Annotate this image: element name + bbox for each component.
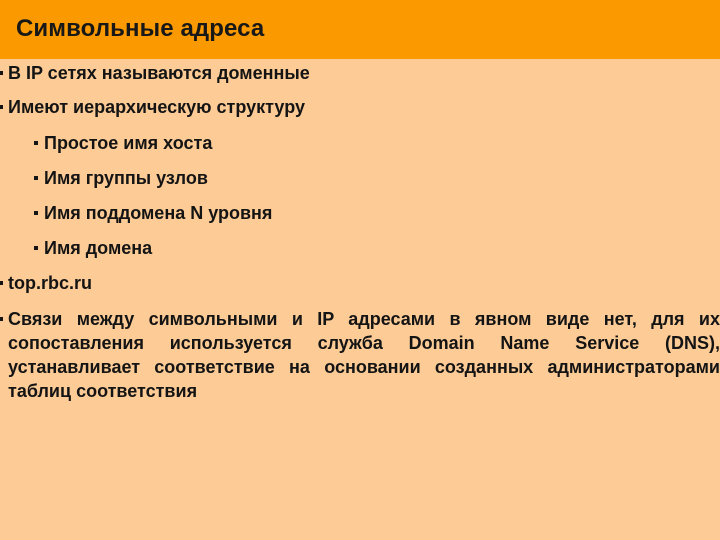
- list-item: Простое имя хоста: [28, 131, 212, 155]
- list-item-label: Простое имя хоста: [44, 133, 213, 153]
- slide: Символьные адреса В IP сетях называются …: [0, 0, 720, 540]
- bullet-square-icon: [28, 201, 44, 225]
- bullet-square-icon: [28, 236, 44, 260]
- list-item: Имя поддомена N уровня: [28, 201, 272, 225]
- paragraph-text: Связи между символьными и IP адресами в …: [8, 309, 720, 401]
- list-item: Имя домена: [28, 236, 152, 260]
- list-item-label: Имя поддомена N уровня: [44, 203, 273, 223]
- list-item: Имеют иерархическую структуру: [0, 95, 720, 119]
- list-item: Имя группы узлов: [28, 166, 208, 190]
- slide-body: В IP сетях называются доменные Имеют иер…: [0, 59, 720, 540]
- bullet-square-icon: [28, 166, 44, 190]
- list-item-label: top.rbc.ru: [8, 273, 92, 293]
- list-item-label: Имеют иерархическую структуру: [8, 97, 305, 117]
- page-title: Символьные адреса: [16, 15, 265, 42]
- bullet-square-icon: [0, 307, 8, 331]
- list-item-label: В IP сетях называются доменные: [8, 63, 310, 83]
- bullet-square-icon: [28, 131, 44, 155]
- list-item: В IP сетях называются доменные: [0, 61, 720, 85]
- bullet-square-icon: [0, 95, 8, 119]
- list-item: top.rbc.ru: [0, 271, 720, 295]
- list-item-label: Имя группы узлов: [44, 168, 208, 188]
- list-item: Связи между символьными и IP адресами в …: [0, 307, 720, 403]
- bullet-square-icon: [0, 271, 8, 295]
- bullet-square-icon: [0, 61, 8, 85]
- list-item-label: Имя домена: [44, 238, 153, 258]
